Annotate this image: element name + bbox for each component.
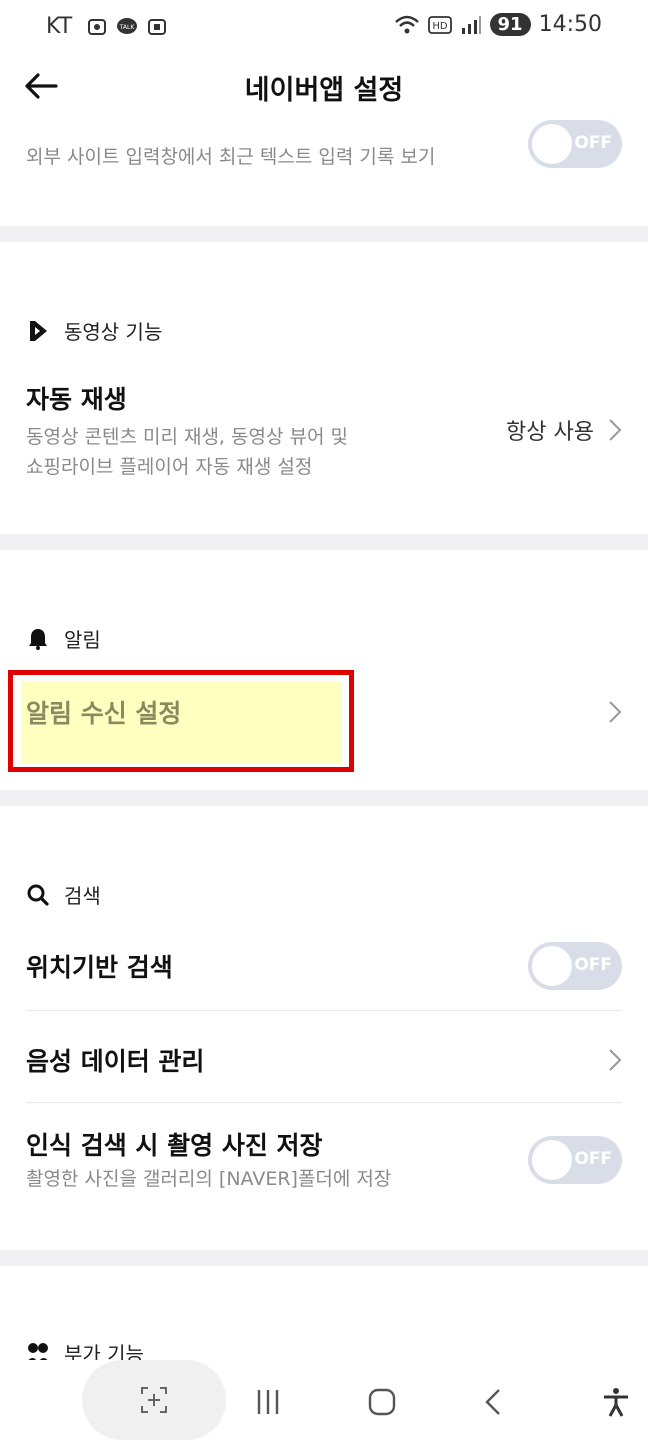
location-search-row[interactable]: 위치기반 검색 OFF [0, 932, 648, 1012]
play-icon [30, 320, 47, 341]
chevron-right-icon [609, 701, 622, 723]
signal-icon [461, 15, 481, 34]
toggle-label: OFF [574, 133, 612, 153]
chevron-right-icon [609, 419, 622, 441]
screen-record-icon [148, 19, 166, 35]
autoplay-desc-line2: 쇼핑라이브 플레이어 자동 재생 설정 [26, 456, 313, 478]
lens-save-desc: 촬영한 사진을 갤러리의 [NAVER]폴더에 저장 [26, 1168, 392, 1190]
autoplay-row[interactable]: 자동 재생 동영상 콘텐츠 미리 재생, 동영상 뷰어 및 쇼핑라이브 플레이어… [0, 370, 648, 490]
section-label: 부가 기능 [64, 1342, 144, 1360]
autoplay-desc-line1: 동영상 콘텐츠 미리 재생, 동영상 뷰어 및 [26, 426, 348, 448]
bell-icon [29, 628, 47, 650]
status-bar: KT TALK HD 91 14:50 [0, 0, 648, 56]
voice-data-title: 음성 데이터 관리 [26, 1047, 205, 1076]
settings-list[interactable]: 외부 사이트 입력창에서 최근 텍스트 입력 기록 보기 OFF 동영상 기능 … [0, 120, 648, 1360]
input-history-desc: 외부 사이트 입력창에서 최근 텍스트 입력 기록 보기 [26, 146, 436, 168]
notification-settings-row[interactable]: 알림 수신 설정 [0, 680, 648, 760]
people-icon [28, 1342, 48, 1360]
row-divider [26, 1102, 622, 1103]
kakaotalk-icon: TALK [117, 18, 137, 34]
wifi-icon [394, 15, 419, 33]
home-icon[interactable] [366, 1386, 398, 1418]
status-icons-left: TALK [86, 16, 168, 38]
lens-save-toggle[interactable]: OFF [528, 1136, 622, 1184]
section-label: 동영상 기능 [64, 320, 163, 344]
section-extra: 부가 기능 [26, 1338, 144, 1360]
section-divider [0, 226, 648, 242]
svg-text:TALK: TALK [119, 24, 136, 31]
system-nav-bar [0, 1360, 648, 1440]
toggle-label: OFF [574, 955, 612, 975]
toggle-knob [532, 1140, 572, 1180]
capture-icon [141, 1387, 167, 1413]
clock: 14:50 [538, 12, 602, 37]
section-divider [0, 534, 648, 550]
lens-save-title: 인식 검색 시 촬영 사진 저장 [26, 1131, 323, 1160]
lens-save-row[interactable]: 인식 검색 시 촬영 사진 저장 촬영한 사진을 갤러리의 [NAVER]폴더에… [0, 1120, 648, 1210]
capture-button[interactable] [82, 1360, 226, 1440]
search-icon [27, 884, 49, 906]
recent-apps-icon[interactable] [252, 1386, 284, 1418]
status-icons-right: HD 91 14:50 [394, 12, 602, 37]
accessibility-icon[interactable] [600, 1386, 632, 1418]
row-divider [26, 1010, 622, 1011]
voice-data-row[interactable]: 음성 데이터 관리 [0, 1020, 648, 1100]
notification-settings-title: 알림 수신 설정 [26, 699, 182, 728]
section-search: 검색 [26, 880, 101, 909]
toggle-label: OFF [574, 1149, 612, 1169]
svg-text:HD: HD [432, 21, 448, 32]
hd-icon: HD [427, 15, 452, 34]
carrier-label: KT [46, 14, 73, 39]
toggle-knob [532, 946, 572, 986]
section-divider [0, 1250, 648, 1266]
page-title: 네이버앱 설정 [244, 75, 404, 106]
location-search-title: 위치기반 검색 [26, 953, 173, 982]
toggle-knob [532, 124, 572, 164]
section-divider [0, 790, 648, 806]
location-search-toggle[interactable]: OFF [528, 942, 622, 990]
battery-icon: 91 [489, 13, 531, 36]
section-video: 동영상 기능 [26, 316, 162, 345]
section-label: 검색 [64, 884, 101, 908]
autoplay-title: 자동 재생 [26, 385, 127, 414]
input-history-toggle[interactable]: OFF [528, 120, 622, 168]
chevron-right-icon [609, 1049, 622, 1071]
section-label: 알림 [64, 628, 101, 652]
app-header: 네이버앱 설정 [0, 56, 648, 120]
autoplay-value: 항상 사용 [506, 420, 594, 445]
section-notification: 알림 [26, 624, 101, 653]
back-nav-icon[interactable] [478, 1386, 510, 1418]
smart-capture-icon [88, 19, 106, 35]
